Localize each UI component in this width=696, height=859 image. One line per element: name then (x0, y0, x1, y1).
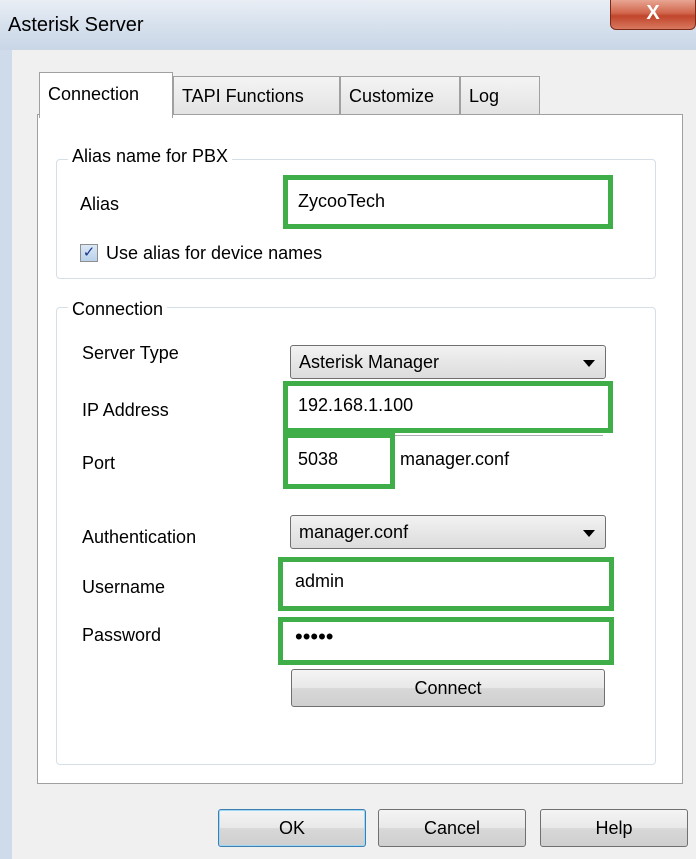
connect-button-label: Connect (414, 678, 482, 698)
chevron-down-icon (583, 530, 595, 537)
tab-customize[interactable]: Customize (340, 76, 460, 114)
password-input[interactable]: ••••• (278, 617, 614, 665)
tab-log[interactable]: Log (460, 76, 540, 114)
alias-input[interactable]: ZycooTech (283, 175, 613, 229)
authentication-label: Authentication (82, 527, 197, 547)
help-button[interactable]: Help (540, 809, 688, 847)
username-input[interactable]: admin (278, 557, 614, 611)
password-label: Password (82, 625, 162, 645)
port-label: Port (82, 453, 116, 473)
cancel-button-label: Cancel (423, 818, 481, 838)
tab-label: Log (469, 86, 500, 106)
tab-label: TAPI Functions (182, 86, 304, 106)
window-left-frame (0, 0, 12, 859)
title-bar: Asterisk Server X (0, 0, 696, 50)
alias-value: ZycooTech (298, 191, 386, 211)
password-value: ••••• (295, 624, 334, 649)
ok-button-label: OK (278, 818, 305, 838)
close-button[interactable]: X (610, 0, 696, 30)
tab-label: Connection (48, 84, 140, 104)
ip-address-label: IP Address (82, 400, 169, 420)
alias-group-legend: Alias name for PBX (68, 146, 233, 167)
connect-button[interactable]: Connect (291, 669, 605, 707)
port-hint-divider (395, 435, 603, 436)
ok-button[interactable]: OK (218, 809, 366, 847)
server-type-label: Server Type (82, 343, 179, 363)
server-type-value: Asterisk Manager (299, 352, 440, 372)
server-type-dropdown[interactable]: Asterisk Manager (290, 345, 606, 379)
alias-label: Alias (80, 194, 120, 214)
connection-group-legend: Connection (68, 299, 168, 320)
use-alias-checkbox[interactable]: ✓ (80, 244, 98, 262)
window-title: Asterisk Server (8, 14, 144, 36)
tab-connection[interactable]: Connection (39, 72, 173, 118)
ip-address-input[interactable]: 192.168.1.100 (283, 381, 613, 433)
port-input[interactable]: 5038 (283, 433, 395, 489)
port-value: 5038 (298, 449, 339, 469)
authentication-value: manager.conf (299, 522, 409, 542)
use-alias-label: Use alias for device names (106, 243, 323, 263)
tab-tapi-functions[interactable]: TAPI Functions (173, 76, 340, 114)
help-button-label: Help (595, 818, 633, 838)
tab-panel-connection: Alias name for PBX Alias ZycooTech ✓ Use… (37, 114, 683, 784)
checkmark-icon: ✓ (82, 244, 96, 261)
username-value: admin (295, 571, 345, 591)
chevron-down-icon (583, 360, 595, 367)
tab-label: Customize (349, 86, 435, 106)
username-label: Username (82, 577, 166, 597)
authentication-dropdown[interactable]: manager.conf (290, 515, 606, 549)
cancel-button[interactable]: Cancel (378, 809, 526, 847)
close-icon: X (646, 2, 660, 24)
ip-address-value: 192.168.1.100 (298, 395, 414, 415)
port-hint: manager.conf (400, 449, 510, 469)
